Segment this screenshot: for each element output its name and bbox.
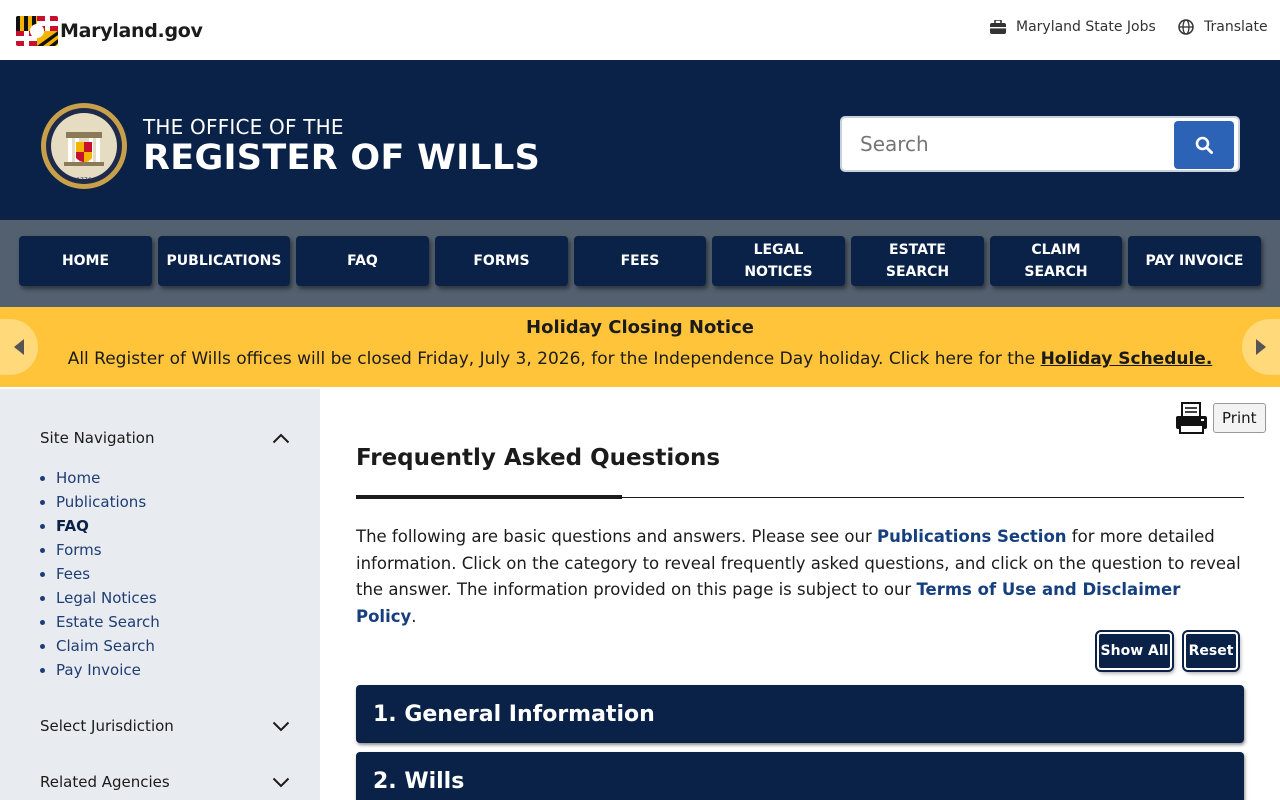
print-area: Print [1175,402,1266,434]
search-icon [1195,136,1213,154]
nav-label: PUBLICATIONS [166,253,282,269]
utility-bar: Maryland.gov Maryland State Jobs Transla… [0,0,1280,60]
nav-publications[interactable]: PUBLICATIONS [158,236,290,286]
printer-icon[interactable] [1175,402,1208,434]
sidebar-link[interactable]: Fees [56,565,90,583]
accordion-wills[interactable]: 2. Wills [356,752,1244,800]
globe-icon [1178,19,1194,35]
search-box [840,116,1240,172]
nav-forms[interactable]: FORMS [435,236,568,286]
accordion-label: 2. Wills [373,768,465,794]
sidebar-link[interactable]: Home [56,469,100,487]
logo-text: Maryland.gov [60,20,203,42]
sidebar-item-faq: FAQ [56,515,160,539]
alert-body: All Register of Wills offices will be cl… [0,349,1280,369]
sidebar-item-estate-search: Estate Search [56,611,160,635]
chevron-down-icon [272,721,290,731]
nav-label: FEES [620,253,660,269]
state-jobs-label: Maryland State Jobs [1016,19,1156,35]
intro-text: . [411,606,417,626]
title-divider-accent [356,495,622,499]
office-subtitle: THE OFFICE OF THE [143,115,344,139]
accordion-label: 1. General Information [373,701,655,727]
svg-text:1776: 1776 [76,177,91,184]
sidebar-link[interactable]: Publications [56,493,146,511]
sidebar-link[interactable]: Legal Notices [56,589,157,607]
site-header: 1776 THE OFFICE OF THE REGISTER OF WILLS [0,60,1280,220]
sidebar-link[interactable]: Pay Invoice [56,661,141,679]
sidebar-item-publications: Publications [56,491,160,515]
site-navigation-label: Site Navigation [40,429,155,447]
chevron-down-icon [272,777,290,787]
intro-text: The following are basic questions and an… [356,527,877,546]
nav-claim-search[interactable]: CLAIM SEARCH [990,236,1122,286]
sidebar-link[interactable]: Estate Search [56,613,160,631]
related-agencies-label: Related Agencies [40,773,170,791]
main-navigation: HOME PUBLICATIONS FAQ FORMS FEES LEGAL N… [0,220,1280,307]
sidebar-item-fees: Fees [56,563,160,587]
nav-label: FORMS [473,253,530,269]
nav-pay-invoice[interactable]: PAY INVOICE [1128,236,1261,286]
nav-label: FAQ [347,253,378,269]
office-title[interactable]: REGISTER OF WILLS [143,138,540,178]
nav-label: LEGAL NOTICES [744,242,813,280]
register-of-wills-seal[interactable]: 1776 [40,102,128,190]
maryland-flag-icon [16,16,58,46]
sidebar-item-pay-invoice: Pay Invoice [56,659,160,683]
holiday-alert-banner: Holiday Closing Notice All Register of W… [0,307,1280,387]
search-input[interactable] [852,126,1172,162]
sidebar-link[interactable]: Forms [56,541,102,559]
nav-fees[interactable]: FEES [574,236,706,286]
nav-faq[interactable]: FAQ [296,236,429,286]
publications-section-link[interactable]: Publications Section [877,527,1067,546]
sidebar-item-claim-search: Claim Search [56,635,160,659]
sidebar-link[interactable]: Claim Search [56,637,155,655]
nav-label: HOME [61,253,110,269]
sidebar-nav-list: Home Publications FAQ Forms Fees Legal N… [56,467,160,683]
translate-label: Translate [1204,19,1268,35]
print-button[interactable]: Print [1213,403,1266,433]
translate-link[interactable]: Translate [1178,19,1268,35]
state-jobs-link[interactable]: Maryland State Jobs [990,19,1156,35]
sidebar-item-home: Home [56,467,160,491]
select-jurisdiction-label: Select Jurisdiction [40,717,174,735]
search-button[interactable] [1174,121,1234,169]
nav-home[interactable]: HOME [19,236,152,286]
nav-estate-search[interactable]: ESTATE SEARCH [851,236,984,286]
sidebar-item-legal-notices: Legal Notices [56,587,160,611]
sidebar: Site Navigation Home Publications FAQ Fo… [0,389,320,800]
nav-label: PAY INVOICE [1145,253,1244,269]
chevron-up-icon [272,433,290,443]
triangle-right-icon [1256,339,1266,355]
intro-paragraph: The following are basic questions and an… [356,524,1246,630]
reset-button[interactable]: Reset [1184,632,1238,670]
sidebar-link[interactable]: FAQ [56,517,89,535]
alert-text: All Register of Wills offices will be cl… [67,349,1041,369]
maryland-gov-logo[interactable]: Maryland.gov [16,16,203,46]
alert-title: Holiday Closing Notice [526,317,754,338]
holiday-schedule-link[interactable]: Holiday Schedule. [1041,349,1213,369]
nav-legal-notices[interactable]: LEGAL NOTICES [712,236,845,286]
page-title: Frequently Asked Questions [356,445,721,471]
accordion-general-information[interactable]: 1. General Information [356,685,1244,743]
sidebar-item-forms: Forms [56,539,160,563]
nav-label: CLAIM SEARCH [1024,242,1088,280]
related-agencies-toggle[interactable]: Related Agencies [40,773,290,791]
site-navigation-toggle[interactable]: Site Navigation [40,429,290,447]
select-jurisdiction-toggle[interactable]: Select Jurisdiction [40,717,290,735]
briefcase-icon [990,20,1006,34]
nav-label: ESTATE SEARCH [885,242,950,280]
show-all-button[interactable]: Show All [1097,632,1172,670]
